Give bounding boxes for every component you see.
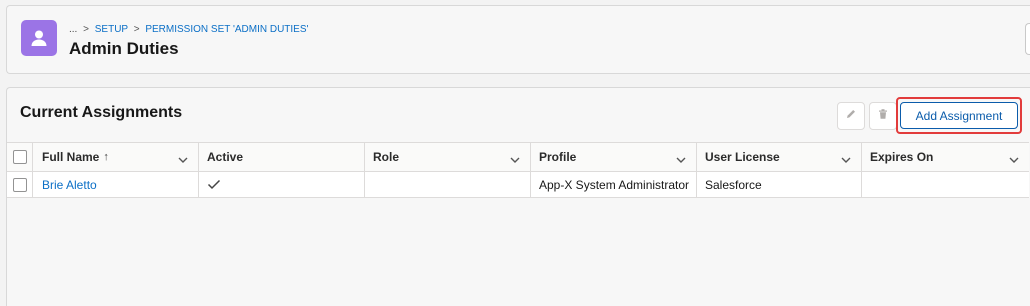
select-all-checkbox[interactable]	[12, 150, 27, 164]
assignments-card: Current Assignments Add Assignment Full …	[6, 87, 1030, 306]
column-header-expires-on[interactable]: Expires On	[862, 143, 1029, 171]
chevron-down-icon[interactable]	[178, 153, 188, 167]
cell-role	[365, 172, 531, 197]
checkmark-icon	[207, 179, 221, 190]
breadcrumb-setup-link[interactable]: SETUP	[95, 24, 128, 35]
breadcrumb-permission-set-link[interactable]: PERMISSION SET 'ADMIN DUTIES'	[145, 24, 308, 35]
select-all-cell	[7, 143, 33, 171]
column-header-active[interactable]: Active	[199, 143, 365, 171]
column-label: Full Name	[42, 150, 100, 164]
pencil-icon	[845, 107, 857, 125]
row-checkbox[interactable]	[12, 177, 27, 192]
add-assignment-highlight: Add Assignment	[896, 97, 1022, 134]
column-header-profile[interactable]: Profile	[531, 143, 697, 171]
table-header-row: Full Name ↑ Active Role Profile User Lic…	[7, 142, 1029, 172]
chevron-down-icon[interactable]	[510, 153, 520, 167]
chevron-down-icon[interactable]	[841, 153, 851, 167]
table-row: Brie Aletto App-X System Administrator S…	[7, 172, 1029, 198]
column-header-role[interactable]: Role	[365, 143, 531, 171]
cell-user-license: Salesforce	[697, 172, 862, 197]
breadcrumb: ... > SETUP > PERMISSION SET 'ADMIN DUTI…	[69, 24, 308, 35]
breadcrumb-ellipsis[interactable]: ...	[69, 24, 77, 35]
user-icon	[21, 20, 57, 56]
chevron-down-icon[interactable]	[1009, 153, 1019, 167]
column-label: Role	[373, 150, 400, 164]
page-title: Admin Duties	[69, 39, 179, 58]
column-label: Profile	[539, 150, 577, 164]
delete-button[interactable]	[869, 102, 897, 130]
header-action-button[interactable]	[1025, 23, 1030, 55]
row-select-cell	[7, 172, 33, 197]
trash-icon	[877, 107, 889, 125]
cell-expires-on	[862, 172, 1029, 197]
assignments-table: Full Name ↑ Active Role Profile User Lic…	[7, 142, 1030, 198]
cell-active	[199, 172, 365, 197]
add-assignment-button[interactable]: Add Assignment	[900, 102, 1018, 129]
user-link[interactable]: Brie Aletto	[42, 178, 97, 192]
sort-ascending-icon: ↑	[103, 151, 109, 163]
breadcrumb-separator: >	[83, 24, 89, 35]
column-header-user-license[interactable]: User License	[697, 143, 862, 171]
cell-full-name: Brie Aletto	[33, 172, 199, 197]
column-header-full-name[interactable]: Full Name ↑	[33, 143, 199, 171]
page-header: ... > SETUP > PERMISSION SET 'ADMIN DUTI…	[6, 5, 1030, 74]
column-label: Active	[207, 150, 244, 164]
breadcrumb-separator: >	[133, 24, 140, 35]
cell-profile: App-X System Administrator	[531, 172, 697, 197]
card-title: Current Assignments	[20, 104, 183, 121]
column-label: Expires On	[870, 150, 934, 164]
edit-button[interactable]	[837, 102, 865, 130]
chevron-down-icon[interactable]	[676, 153, 686, 167]
column-label: User License	[705, 150, 780, 164]
